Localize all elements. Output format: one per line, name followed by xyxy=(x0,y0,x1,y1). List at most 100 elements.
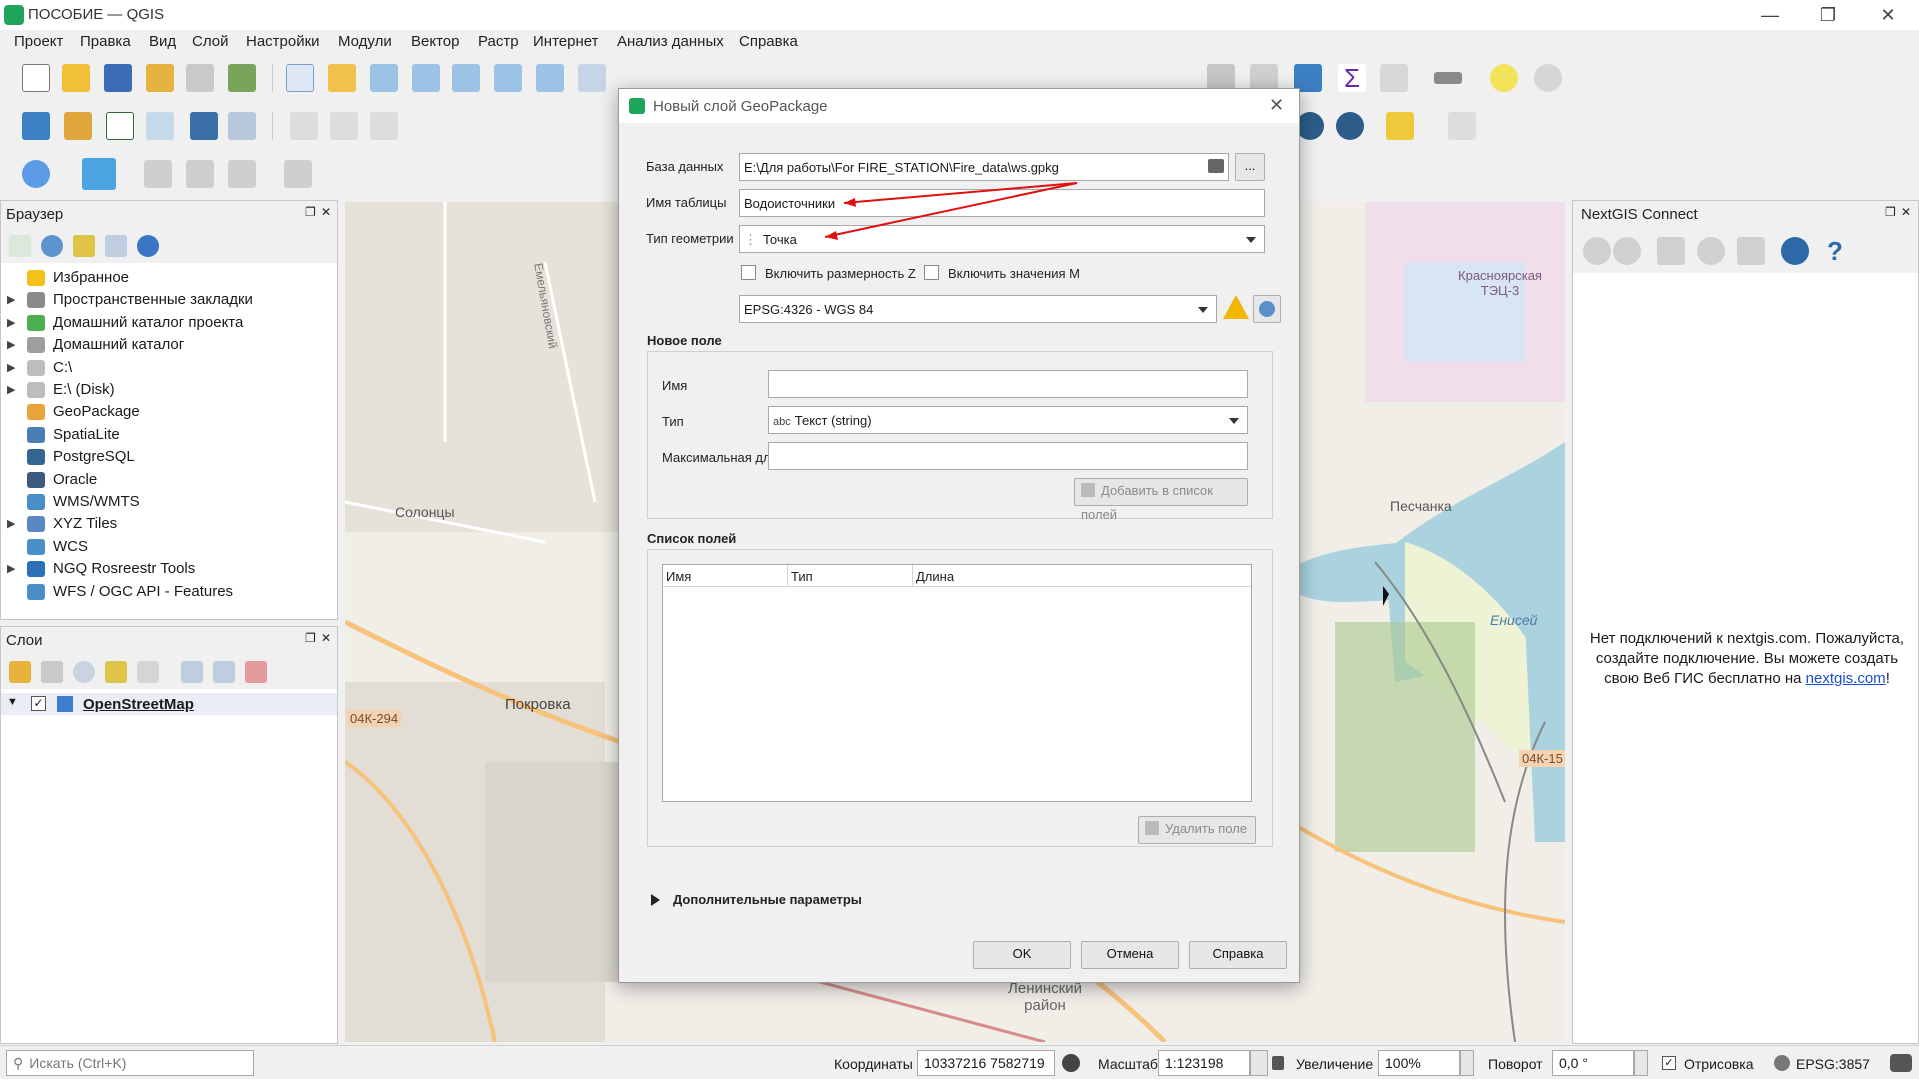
fields-table[interactable]: Имя Тип Длина xyxy=(662,564,1252,802)
browser-item[interactable]: PostgreSQL xyxy=(1,446,331,468)
expand-arrow-icon[interactable]: ▶ xyxy=(7,316,15,329)
menu-layer[interactable]: Слой xyxy=(192,33,228,50)
rotation-input[interactable]: 0,0 ° xyxy=(1552,1050,1634,1076)
filter-icon[interactable] xyxy=(73,235,95,257)
add-selected-layers-icon[interactable] xyxy=(9,235,31,257)
render-checkbox[interactable]: ✓ xyxy=(1662,1056,1676,1070)
zoom-to-layer-icon[interactable] xyxy=(536,64,564,92)
expand-arrow-icon[interactable]: ▶ xyxy=(7,562,15,575)
scale-dropdown-icon[interactable] xyxy=(1250,1050,1268,1076)
collapse-all-icon[interactable] xyxy=(105,235,127,257)
browser-item[interactable]: ▶ E:\ (Disk) xyxy=(1,379,331,401)
close-panel-icon[interactable]: ✕ xyxy=(321,205,331,219)
column-header-type[interactable]: Тип xyxy=(791,569,813,584)
zoom-native-icon[interactable] xyxy=(578,64,606,92)
style-layer-icon[interactable] xyxy=(9,661,31,683)
nextgis-new-folder-icon[interactable] xyxy=(1657,237,1685,265)
zoom-full-icon[interactable] xyxy=(452,64,480,92)
open-project-icon[interactable] xyxy=(62,64,90,92)
nextgis-forward-icon[interactable] xyxy=(1613,237,1641,265)
plugin-tool-1-icon[interactable] xyxy=(144,160,172,188)
expand-arrow-icon[interactable]: ▶ xyxy=(7,517,15,530)
menu-raster[interactable]: Растр xyxy=(478,33,519,50)
browser-item[interactable]: WCS xyxy=(1,536,331,558)
minimize-icon[interactable]: — xyxy=(1750,2,1790,28)
browser-item[interactable]: ▶ XYZ Tiles xyxy=(1,513,331,535)
float-panel-icon[interactable]: ❐ xyxy=(1885,205,1896,219)
column-header-name[interactable]: Имя xyxy=(666,569,691,584)
browser-item[interactable]: ▶ Домашний каталог проекта xyxy=(1,312,331,334)
coordinates-input[interactable]: 10337216 7582719 xyxy=(917,1050,1055,1076)
nextgis-settings-icon[interactable] xyxy=(1781,237,1809,265)
style-manager-icon[interactable] xyxy=(228,64,256,92)
new-spatialite-layer-icon[interactable] xyxy=(146,112,174,140)
float-panel-icon[interactable]: ❐ xyxy=(305,631,316,645)
gps-settings-icon[interactable] xyxy=(1534,64,1562,92)
select-crs-button[interactable] xyxy=(1253,295,1281,323)
map-tips-icon[interactable] xyxy=(1490,64,1518,92)
menu-web[interactable]: Интернет xyxy=(533,33,598,50)
measure-icon[interactable] xyxy=(1434,72,1462,84)
help-button[interactable]: Справка xyxy=(1189,941,1287,969)
menu-help[interactable]: Справка xyxy=(739,33,798,50)
ok-button[interactable]: OK xyxy=(973,941,1071,969)
expand-arrow-icon[interactable] xyxy=(651,894,660,906)
field-name-input[interactable] xyxy=(768,370,1248,398)
locator-search-input[interactable]: ⚲ Искать (Ctrl+K) xyxy=(6,1050,254,1076)
browser-item[interactable]: Избранное xyxy=(1,267,331,289)
layout-manager-icon[interactable] xyxy=(186,64,214,92)
browser-item[interactable]: WFS / OGC API - Features xyxy=(1,581,331,603)
browser-item[interactable]: ▶ NGQ Rosreestr Tools xyxy=(1,558,331,580)
browser-item[interactable]: Oracle xyxy=(1,469,331,491)
browser-item[interactable]: GeoPackage xyxy=(1,401,331,423)
expand-arrow-icon[interactable]: ▶ xyxy=(7,383,15,396)
plugin-tool-2-icon[interactable] xyxy=(186,160,214,188)
refresh-icon[interactable] xyxy=(41,235,63,257)
close-panel-icon[interactable]: ✕ xyxy=(1901,205,1911,219)
save-edits-icon[interactable] xyxy=(370,112,398,140)
collapse-arrow-icon[interactable]: ▼ xyxy=(7,696,18,708)
rotation-spin-icon[interactable] xyxy=(1634,1050,1648,1076)
menu-edit[interactable]: Правка xyxy=(80,33,131,50)
visibility-icon[interactable] xyxy=(73,661,95,683)
new-shapefile-layer-icon[interactable] xyxy=(106,112,134,140)
lock-scale-icon[interactable] xyxy=(1272,1056,1284,1070)
menu-view[interactable]: Вид xyxy=(149,33,176,50)
search-layer-icon[interactable] xyxy=(1336,112,1364,140)
new-geopackage-layer-icon[interactable] xyxy=(64,112,92,140)
data-source-manager-icon[interactable] xyxy=(22,112,50,140)
browser-item[interactable]: ▶ Пространственные закладки xyxy=(1,289,331,311)
menu-plugins[interactable]: Модули xyxy=(338,33,392,50)
close-icon[interactable]: ✕ xyxy=(1868,2,1908,28)
menu-project[interactable]: Проект xyxy=(14,33,63,50)
menu-vector[interactable]: Вектор xyxy=(411,33,459,50)
remove-layer-icon[interactable] xyxy=(245,661,267,683)
pan-icon[interactable] xyxy=(286,64,314,92)
max-length-input[interactable] xyxy=(768,442,1248,470)
pan-to-selection-icon[interactable] xyxy=(328,64,356,92)
delete-field-button[interactable]: Удалить поле xyxy=(1138,816,1256,844)
column-header-length[interactable]: Длина xyxy=(916,569,954,584)
zoom-to-selection-icon[interactable] xyxy=(494,64,522,92)
zoom-out-icon[interactable] xyxy=(412,64,440,92)
browser-item[interactable]: WMS/WMTS xyxy=(1,491,331,513)
close-panel-icon[interactable]: ✕ xyxy=(321,631,331,645)
include-m-checkbox[interactable] xyxy=(924,265,939,280)
browser-item[interactable]: ▶ C:\ xyxy=(1,357,331,379)
menu-analysis[interactable]: Анализ данных xyxy=(617,33,724,50)
browser-item[interactable]: ▶ Домашний каталог xyxy=(1,334,331,356)
expand-arrow-icon[interactable]: ▶ xyxy=(7,293,15,306)
plugin-tool-3-icon[interactable] xyxy=(228,160,256,188)
menu-settings[interactable]: Настройки xyxy=(246,33,320,50)
add-to-fields-button[interactable]: Добавить в список полей xyxy=(1074,478,1248,522)
include-z-checkbox[interactable] xyxy=(741,265,756,280)
crs-status-button[interactable]: EPSG:3857 xyxy=(1796,1056,1870,1072)
browser-item[interactable]: SpatiaLite xyxy=(1,424,331,446)
new-print-layout-icon[interactable] xyxy=(146,64,174,92)
messages-icon[interactable] xyxy=(1890,1054,1912,1072)
plugin-tool-4-icon[interactable] xyxy=(284,160,312,188)
attribute-table-icon[interactable] xyxy=(1380,64,1408,92)
collapse-all-icon[interactable] xyxy=(213,661,235,683)
nextgis-map-icon[interactable] xyxy=(1737,237,1765,265)
extents-toggle-icon[interactable] xyxy=(1062,1054,1080,1072)
